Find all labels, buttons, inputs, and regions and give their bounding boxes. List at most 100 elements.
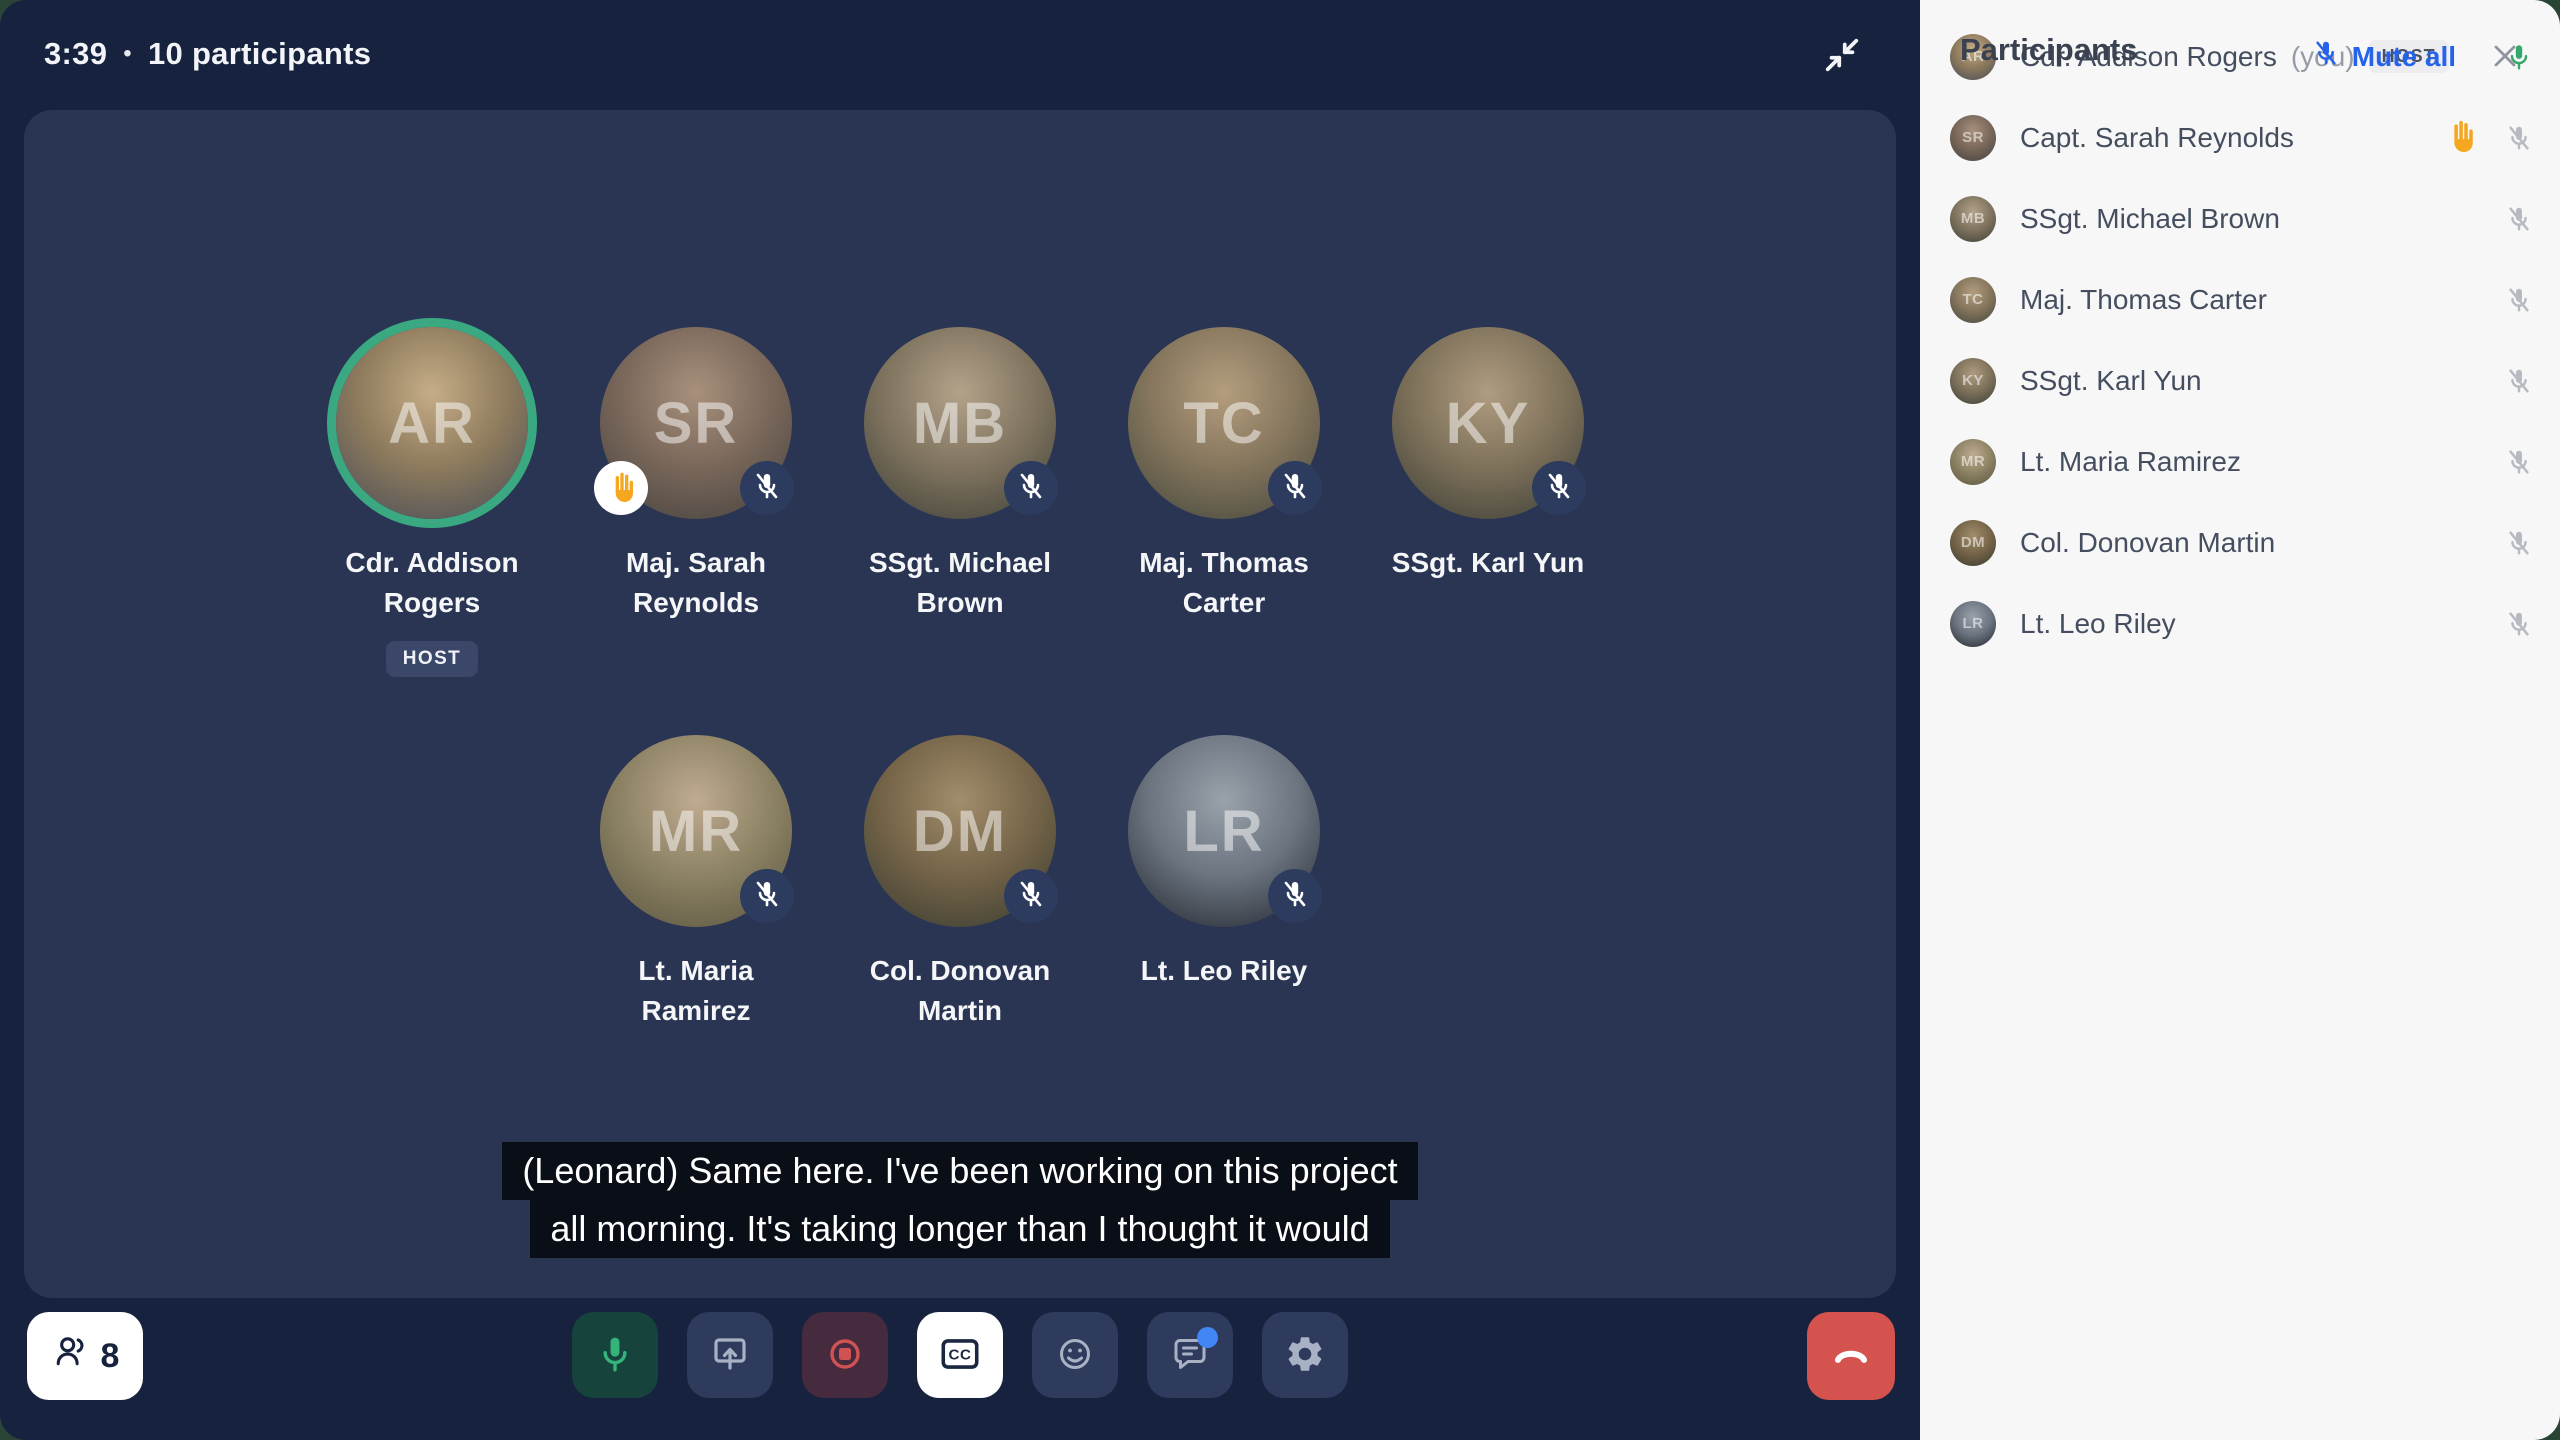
mic-off-icon[interactable] (2504, 204, 2534, 234)
mic-on-icon (594, 1333, 636, 1378)
gear-icon (1284, 1333, 1326, 1378)
mic-off-icon[interactable] (2504, 528, 2534, 558)
participant-row-maria-ramirez[interactable]: MR Lt. Maria Ramirez (1950, 421, 2534, 502)
participant-row-name: Lt. Leo Riley (2020, 608, 2176, 640)
muted-badge (1268, 869, 1322, 923)
record-icon (823, 1332, 867, 1379)
closed-captions-button[interactable]: CC (917, 1312, 1003, 1398)
participant-row-name: Maj. Thomas Carter (2020, 284, 2267, 316)
muted-badge (740, 461, 794, 515)
chat-unread-badge (1197, 1327, 1218, 1348)
participant-tile-donovan-martin[interactable]: DM Col. DonovanMart (855, 735, 1065, 1031)
mute-all-button[interactable]: Mute all (2311, 38, 2456, 75)
mic-off-icon (1015, 878, 1047, 915)
participant-name: SSgt. Karl Yun (1392, 543, 1584, 583)
avatar: KY (1950, 358, 1996, 404)
muted-badge (1532, 461, 1586, 515)
close-icon (2487, 62, 2523, 77)
smiley-icon (1053, 1332, 1097, 1379)
participant-row-thomas-carter[interactable]: TC Maj. Thomas Carter (1950, 259, 2534, 340)
closed-captions: (Leonard) Same here. I've been working o… (24, 1142, 1896, 1258)
mic-off-icon (1015, 470, 1047, 507)
avatar: DM (1950, 520, 1996, 566)
mic-off-icon[interactable] (2504, 447, 2534, 477)
avatar: MR (1950, 439, 1996, 485)
participant-tile-addison-rogers[interactable]: AR Cdr. AddisonRogers HOST (327, 327, 537, 677)
mic-off-icon[interactable] (2504, 123, 2534, 153)
meeting-window: 3:39 • 10 participants AR Cdr. (0, 0, 2560, 1440)
participant-row-leo-riley[interactable]: LR Lt. Leo Riley (1950, 583, 2534, 664)
participant-row-name: Lt. Maria Ramirez (2020, 446, 2241, 478)
avatar: SR (1950, 115, 1996, 161)
settings-button[interactable] (1262, 1312, 1348, 1398)
participant-row-sarah-reynolds[interactable]: SR Capt. Sarah Reynolds (1950, 97, 2534, 178)
participant-count-label: 10 participants (148, 36, 371, 72)
avatar: TC (1950, 277, 1996, 323)
participants-panel: Participants Mute all AR (1920, 0, 2560, 1440)
close-panel-button[interactable] (2486, 38, 2524, 76)
participants-panel-title: Participants (1960, 32, 2137, 68)
participant-tile-sarah-reynolds[interactable]: SR (591, 327, 801, 677)
participant-row-karl-yun[interactable]: KY SSgt. Karl Yun (1950, 340, 2534, 421)
caption-line-1: (Leonard) Same here. I've been working o… (502, 1142, 1417, 1200)
participant-name: SSgt. MichaelBrown (869, 543, 1051, 623)
avatar: AR (336, 327, 528, 519)
mic-off-icon (1543, 470, 1575, 507)
video-row-1: AR Cdr. AddisonRogers HOST SR (24, 327, 1896, 677)
avatar: MB (1950, 196, 1996, 242)
participant-tile-karl-yun[interactable]: KY SSgt. Karl Yun (1383, 327, 1593, 677)
mic-off-icon[interactable] (2504, 285, 2534, 315)
mic-off-icon (1279, 470, 1311, 507)
participant-name: Lt. Leo Riley (1141, 951, 1307, 991)
participant-row-name: Capt. Sarah Reynolds (2020, 122, 2294, 154)
mic-off-icon[interactable] (2504, 366, 2534, 396)
participant-name: Cdr. AddisonRogers (345, 543, 518, 623)
avatar: LR (1950, 601, 1996, 647)
end-call-phone-icon (1827, 1331, 1875, 1382)
participant-name: Lt. MariaRamirez (638, 951, 753, 1031)
raised-hand-icon (605, 470, 637, 507)
end-call-button[interactable] (1807, 1312, 1895, 1400)
participant-tile-michael-brown[interactable]: MB SSgt. MichaelBro (855, 327, 1065, 677)
raised-hand-badge (594, 461, 648, 515)
chat-button[interactable] (1147, 1312, 1233, 1398)
participant-name: Col. DonovanMartin (870, 951, 1050, 1031)
mic-off-icon (751, 470, 783, 507)
microphone-button[interactable] (572, 1312, 658, 1398)
participant-row-michael-brown[interactable]: MB SSgt. Michael Brown (1950, 178, 2534, 259)
meeting-info: 3:39 • 10 participants (44, 36, 371, 72)
record-button[interactable] (802, 1312, 888, 1398)
muted-badge (1004, 869, 1058, 923)
caption-line-2: all morning. It's taking longer than I t… (530, 1200, 1389, 1258)
screen-share-icon (708, 1332, 752, 1379)
video-row-2: MR Lt. MariaRamirez (24, 735, 1896, 1031)
mic-off-icon (1279, 878, 1311, 915)
participant-row-name: SSgt. Karl Yun (2020, 365, 2202, 397)
participant-name: Maj. ThomasCarter (1139, 543, 1309, 623)
participant-row-name: Col. Donovan Martin (2020, 527, 2275, 559)
video-stage: AR Cdr. AddisonRogers HOST SR (24, 110, 1896, 1298)
cc-icon: CC (937, 1331, 983, 1380)
participant-row-name: SSgt. Michael Brown (2020, 203, 2280, 235)
collapse-icon (1820, 33, 1864, 80)
mute-all-label: Mute all (2352, 41, 2456, 73)
participant-tile-maria-ramirez[interactable]: MR Lt. MariaRamirez (591, 735, 801, 1031)
muted-badge (1004, 461, 1058, 515)
meeting-timer: 3:39 (44, 36, 107, 72)
svg-text:CC: CC (949, 1346, 972, 1363)
raised-hand-icon (2443, 118, 2477, 157)
mic-off-icon[interactable] (2504, 609, 2534, 639)
mute-all-mic-off-icon (2311, 38, 2341, 75)
collapse-view-button[interactable] (1816, 30, 1868, 82)
separator-dot: • (123, 40, 132, 68)
participant-tile-thomas-carter[interactable]: TC Maj. ThomasCarte (1119, 327, 1329, 677)
participant-tile-leo-riley[interactable]: LR Lt. Leo Riley (1119, 735, 1329, 1031)
screen-share-button[interactable] (687, 1312, 773, 1398)
meeting-main-area: 3:39 • 10 participants AR Cdr. (0, 0, 1920, 1440)
mic-off-icon (751, 878, 783, 915)
participant-name: Maj. SarahReynolds (626, 543, 766, 623)
muted-badge (740, 869, 794, 923)
muted-badge (1268, 461, 1322, 515)
reactions-button[interactable] (1032, 1312, 1118, 1398)
participant-row-donovan-martin[interactable]: DM Col. Donovan Martin (1950, 502, 2534, 583)
